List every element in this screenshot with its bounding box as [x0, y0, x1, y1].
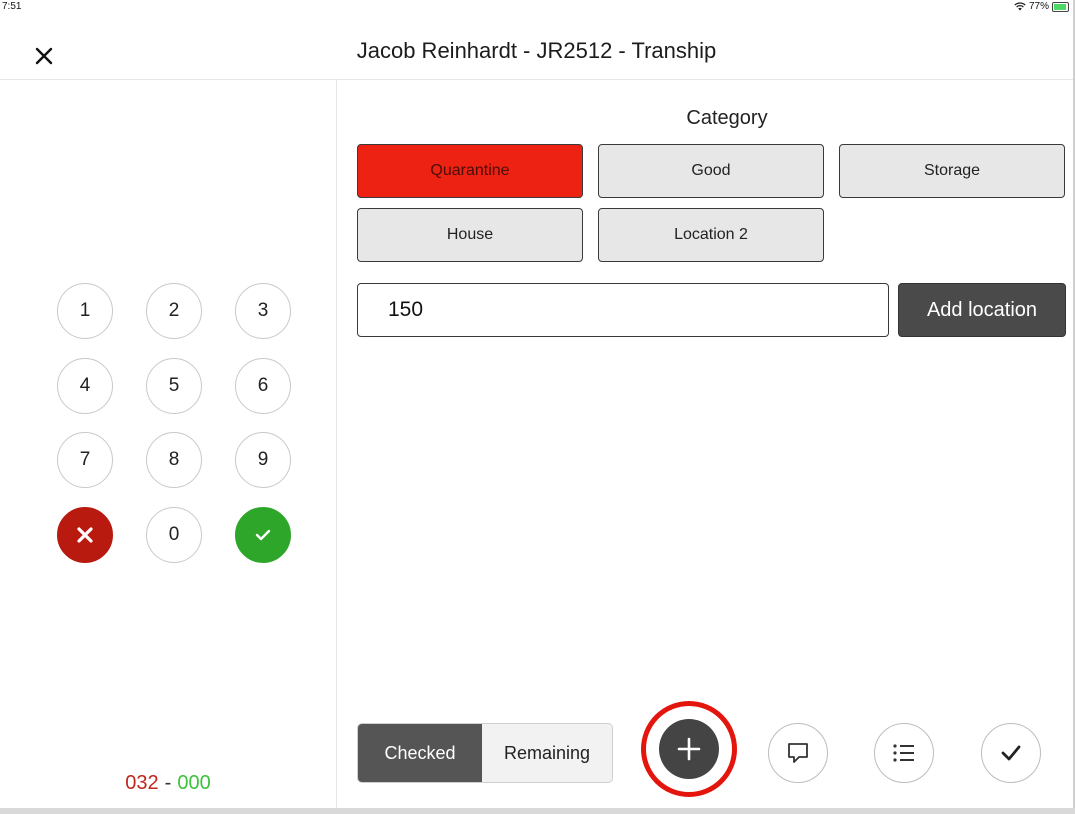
- main-panel: Category Quarantine Good Storage House L…: [337, 80, 1073, 808]
- remaining-tab[interactable]: Remaining: [482, 724, 612, 782]
- speech-bubble-icon: [788, 743, 808, 763]
- remaining-count: 000: [177, 772, 211, 794]
- status-bar: 7:51 77%: [0, 0, 1073, 14]
- category-heading: Category: [686, 107, 768, 129]
- category-storage-button[interactable]: Storage: [839, 144, 1065, 198]
- add-location-button[interactable]: Add location: [898, 283, 1066, 337]
- check-icon: [255, 529, 271, 541]
- status-indicators: 77%: [1014, 1, 1069, 12]
- checked-count: 032: [125, 772, 159, 794]
- page-title: Jacob Reinhardt - JR2512 - Tranship: [356, 38, 717, 63]
- battery-level: [1054, 3, 1066, 10]
- keypad-key-5[interactable]: 5: [146, 358, 202, 414]
- location-input[interactable]: [357, 283, 889, 337]
- plus-icon: [677, 737, 701, 761]
- keypad-key-4[interactable]: 4: [57, 358, 113, 414]
- keypad-key-3[interactable]: 3: [235, 283, 291, 339]
- checked-remaining-toggle: Checked Remaining: [357, 723, 613, 783]
- x-icon: [77, 527, 93, 543]
- keypad-key-9[interactable]: 9: [235, 432, 291, 488]
- keypad-key-6[interactable]: 6: [235, 358, 291, 414]
- keypad-key-0[interactable]: 0: [146, 507, 202, 563]
- app-screen: 7:51 77% Jacob Reinhardt - JR2512 - Tran…: [0, 0, 1075, 808]
- category-good-button[interactable]: Good: [598, 144, 824, 198]
- count-separator: -: [164, 772, 172, 794]
- keypad-key-2[interactable]: 2: [146, 283, 202, 339]
- keypad-confirm-button[interactable]: [235, 507, 291, 563]
- list-button[interactable]: [874, 723, 934, 783]
- list-icon: [893, 744, 914, 762]
- keypad-key-8[interactable]: 8: [146, 432, 202, 488]
- battery-percent: 77%: [1028, 1, 1049, 12]
- battery-icon: [1052, 1, 1069, 12]
- category-location-2-button[interactable]: Location 2: [598, 208, 824, 262]
- add-button-highlight: [641, 701, 737, 797]
- category-quarantine-button[interactable]: Quarantine: [357, 144, 583, 198]
- keypad-panel: 1 2 3 4 5 6 7 8 9 0 032-000: [0, 80, 337, 808]
- wifi-icon: [1014, 2, 1026, 11]
- keypad-key-1[interactable]: 1: [57, 283, 113, 339]
- category-house-button[interactable]: House: [357, 208, 583, 262]
- checked-tab[interactable]: Checked: [358, 724, 482, 782]
- count-summary: 032-000: [0, 772, 336, 795]
- checkmark-icon: [1001, 745, 1021, 761]
- comment-button[interactable]: [768, 723, 828, 783]
- keypad-key-7[interactable]: 7: [57, 432, 113, 488]
- keypad-cancel-button[interactable]: [57, 507, 113, 563]
- done-button[interactable]: [981, 723, 1041, 783]
- status-time: 7:51: [2, 1, 22, 12]
- header: Jacob Reinhardt - JR2512 - Tranship: [0, 14, 1073, 80]
- add-button[interactable]: [659, 719, 719, 779]
